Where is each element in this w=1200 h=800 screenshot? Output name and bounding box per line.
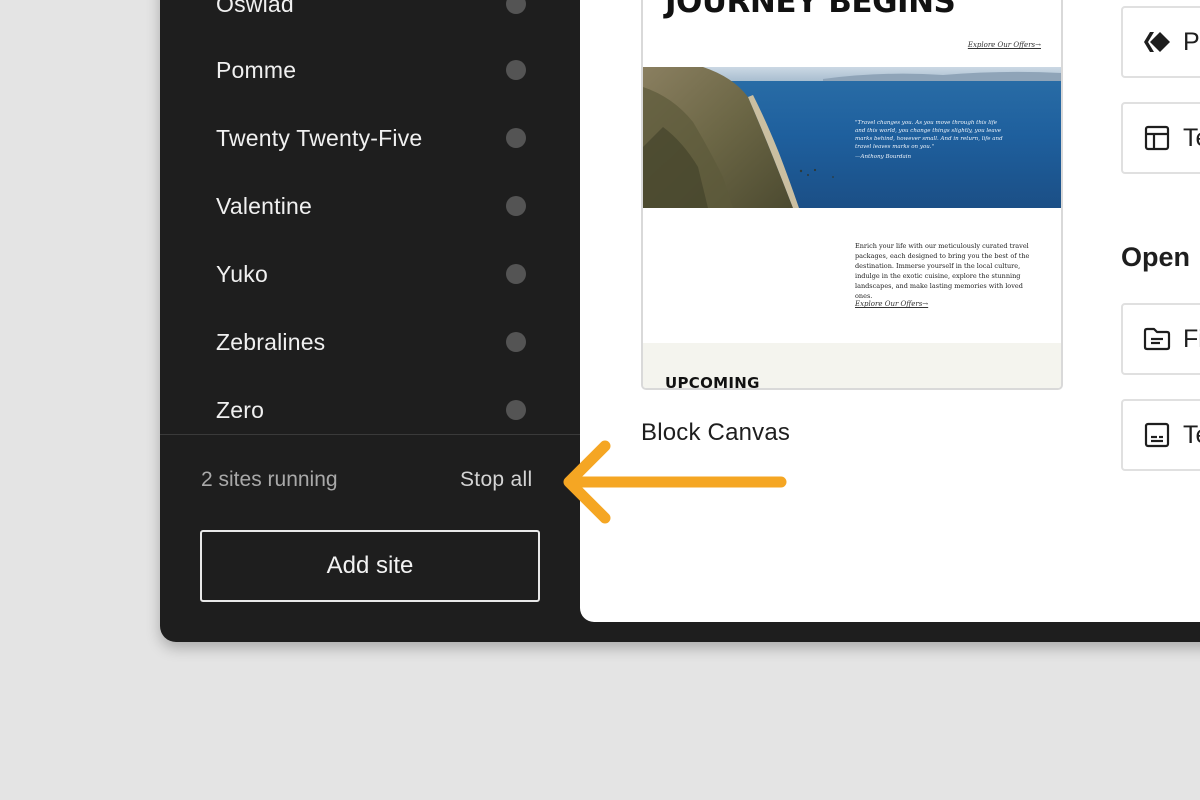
site-preview-thumbnail[interactable]: JOURNEY BEGINS Explore Our Offers→ "Trav… [641,0,1063,390]
site-name: Zero [216,396,265,423]
sidebar-item-oswlad[interactable]: Oswlad [216,0,526,24]
preview-description: Enrich your life with our meticulously c… [855,242,1030,300]
sidebar: Oswlad Pomme Twenty Twenty-Five Valentin… [160,0,580,642]
sites-running-status: 2 sites running [201,468,338,491]
add-site-button[interactable]: Add site [200,530,540,602]
sidebar-item-twenty-twenty-five[interactable]: Twenty Twenty-Five [216,118,526,158]
folder-icon [1141,323,1173,355]
status-dot-icon [506,128,526,148]
action-label: Te [1183,123,1200,152]
terminal-icon [1141,419,1173,451]
status-dot-icon [506,400,526,420]
action-label: Fi [1183,324,1200,353]
quote-author: —Anthony Bourdain [855,154,912,160]
site-name: Yuko [216,260,268,287]
preview-offers-link: Explore Our Offers→ [855,300,929,308]
status-dot-icon [506,0,526,14]
site-name: Pomme [216,56,297,83]
stop-all-button[interactable]: Stop all [460,468,532,492]
preview-headline: JOURNEY BEGINS [665,0,956,20]
status-dot-icon [506,332,526,352]
open-section-heading: Open [1121,242,1191,272]
app-window: Oswlad Pomme Twenty Twenty-Five Valentin… [160,0,1200,642]
action-label: Pa [1183,27,1200,56]
preview-hero-link: Explore Our Offers→ [967,41,1041,49]
site-name: Valentine [216,192,313,219]
preview-quote: "Travel changes you. As you move through… [855,119,1005,161]
site-name: Twenty Twenty-Five [216,124,423,151]
site-name: Oswlad [216,0,294,17]
sidebar-divider [160,434,580,435]
layout-template-icon [1141,122,1173,154]
open-button-fi[interactable]: Fi [1121,303,1200,375]
action-label: Te [1183,420,1200,449]
sidebar-item-valentine[interactable]: Valentine [216,186,526,226]
status-dot-icon [506,196,526,216]
status-dot-icon [506,264,526,284]
sidebar-item-zero[interactable]: Zero [216,390,526,430]
open-button-te-terminal[interactable]: Te [1121,399,1200,471]
preview-upcoming-label: UPCOMING [665,374,760,390]
sidebar-item-yuko[interactable]: Yuko [216,254,526,294]
action-button-pa[interactable]: Pa [1121,6,1200,78]
sidebar-item-zebralines[interactable]: Zebralines [216,322,526,362]
sidebar-item-pomme[interactable]: Pomme [216,50,526,90]
action-button-te-template[interactable]: Te [1121,102,1200,174]
site-name: Zebralines [216,328,326,355]
arrow-annotation-icon [563,440,787,524]
diamond-icon [1141,26,1173,58]
status-dot-icon [506,60,526,80]
